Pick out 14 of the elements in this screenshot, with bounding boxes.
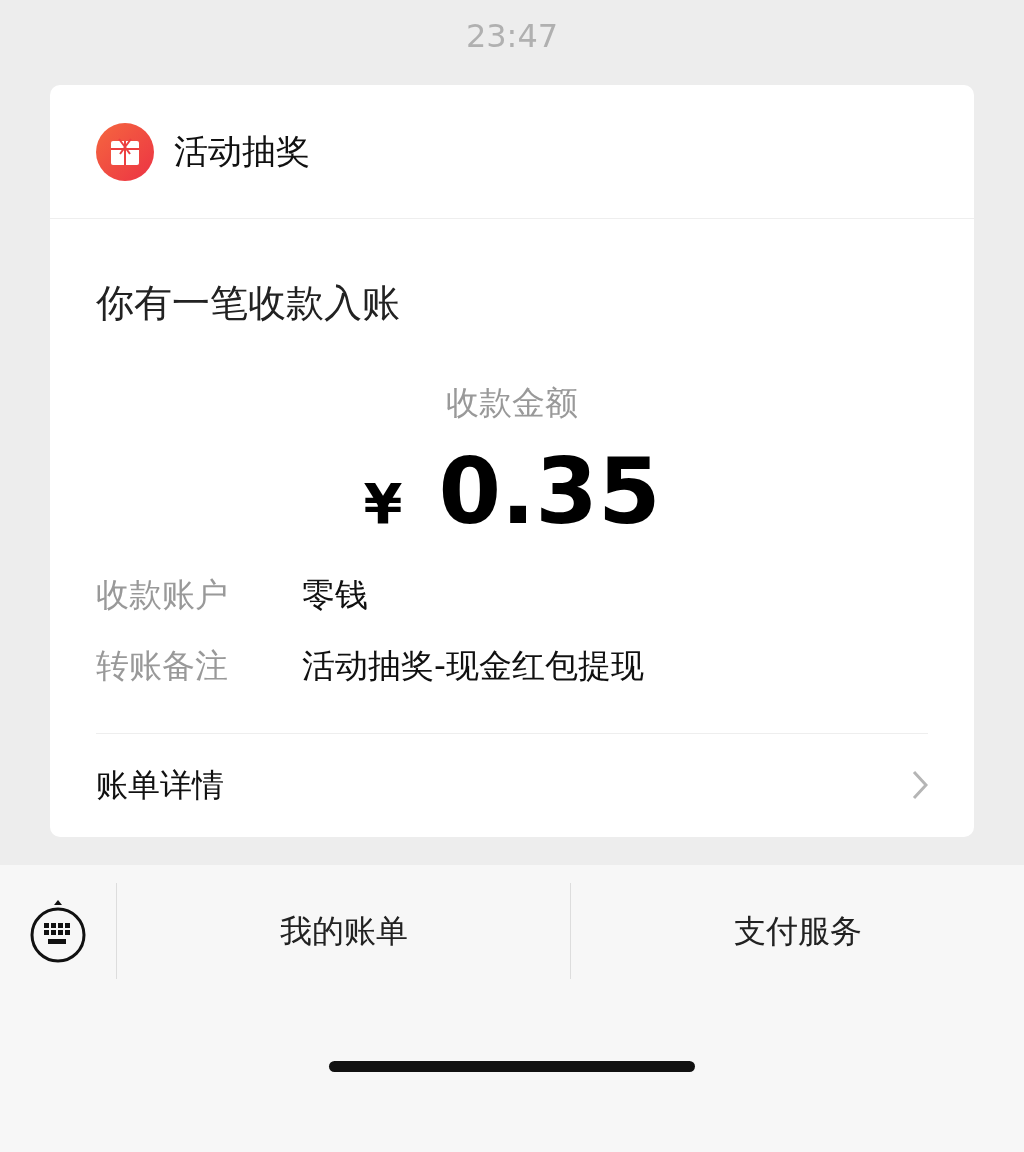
menu-button[interactable]: 我的账单	[116, 882, 570, 979]
amount-label: 收款金额	[445, 382, 579, 424]
chevron-right-icon	[912, 770, 928, 800]
detail-value: 零钱	[302, 573, 368, 616]
gift-icon	[96, 122, 154, 181]
notification-title: 你有一笔收款入账	[96, 280, 401, 327]
menu-button[interactable]: 支付服务	[570, 882, 1024, 979]
source-name: 活动抽奖	[174, 130, 310, 173]
detail-label: 转账备注	[96, 645, 229, 687]
currency-symbol: ¥	[363, 469, 403, 538]
status-time: 23:47	[464, 16, 560, 57]
amount-value: 0.35	[438, 441, 661, 541]
detail-label: 收款账户	[96, 573, 229, 616]
detail-value: 活动抽奖-现金红包提现	[302, 645, 644, 687]
